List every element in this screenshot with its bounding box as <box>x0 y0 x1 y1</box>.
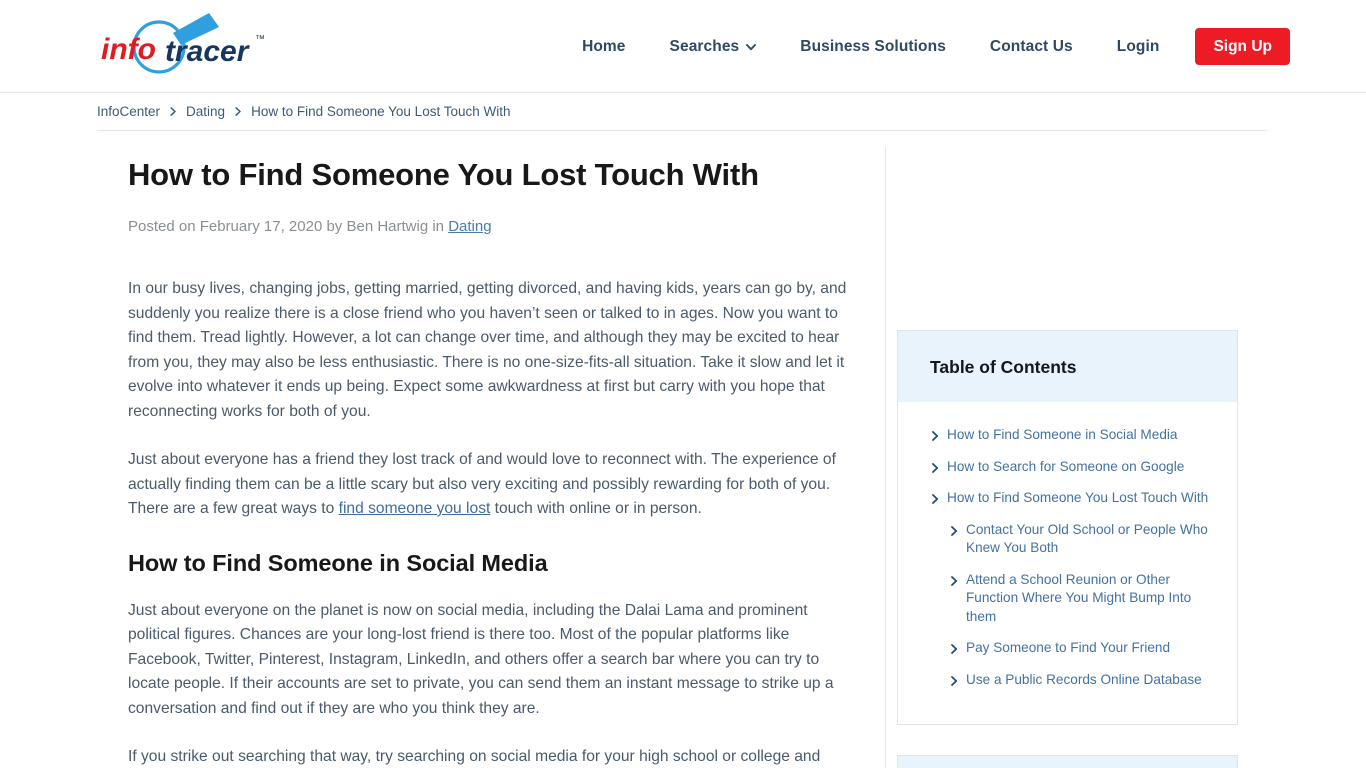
about-the-author-header: About the Author <box>898 756 1237 768</box>
table-of-contents-body: How to Find Someone in Social Media How … <box>898 402 1237 724</box>
table-of-contents-box: Table of Contents How to Find Someone in… <box>897 330 1238 725</box>
breadcrumb-item-current: How to Find Someone You Lost Touch With <box>251 104 511 119</box>
nav-item-login[interactable]: Login <box>1095 38 1182 56</box>
breadcrumb-item-infocenter[interactable]: InfoCenter <box>97 104 160 119</box>
post-meta-category-link[interactable]: Dating <box>448 218 491 235</box>
svg-text:info: info <box>101 33 156 66</box>
article-content: How to Find Someone You Lost Touch With … <box>128 156 858 768</box>
chevron-right-icon <box>932 494 939 504</box>
nav-item-contact-us[interactable]: Contact Us <box>968 38 1095 56</box>
paragraph-2: Just about everyone has a friend they lo… <box>128 448 858 522</box>
toc-item[interactable]: Pay Someone to Find Your Friend <box>916 639 1219 658</box>
breadcrumb-row: InfoCenter Dating How to Find Someone Yo… <box>0 93 1366 131</box>
paragraph-2-text-after: touch with online or in person. <box>490 500 702 517</box>
chevron-right-icon <box>932 431 939 441</box>
toc-link[interactable]: Pay Someone to Find Your Friend <box>966 639 1170 658</box>
table-of-contents-title: Table of Contents <box>930 357 1077 377</box>
svg-text:™: ™ <box>255 34 265 45</box>
site-logo[interactable]: info tracer ™ <box>97 11 272 81</box>
chevron-right-icon <box>951 575 958 586</box>
table-of-contents-header: Table of Contents <box>898 331 1237 402</box>
toc-item[interactable]: How to Search for Someone on Google <box>916 458 1219 477</box>
find-someone-you-lost-link[interactable]: find someone you lost <box>339 500 491 517</box>
toc-link[interactable]: Attend a School Reunion or Other Functio… <box>966 571 1219 627</box>
chevron-right-icon <box>932 462 939 473</box>
nav-item-business-solutions[interactable]: Business Solutions <box>778 38 968 56</box>
post-meta: Posted on February 17, 2020 by Ben Hartw… <box>128 217 858 237</box>
nav-item-label: Business Solutions <box>800 37 946 55</box>
table-of-contents-list: How to Find Someone in Social Media How … <box>916 426 1219 689</box>
paragraph-1: In our busy lives, changing jobs, gettin… <box>128 280 847 420</box>
chevron-down-icon <box>746 43 757 50</box>
paragraph-4: If you strike out searching that way, tr… <box>128 748 821 765</box>
nav-item-label: Searches <box>669 37 740 55</box>
breadcrumb-item-dating[interactable]: Dating <box>186 104 225 119</box>
svg-text:tracer: tracer <box>165 35 251 68</box>
toc-item[interactable]: Contact Your Old School or People Who Kn… <box>916 521 1219 558</box>
post-meta-text: Posted on February 17, 2020 by Ben Hartw… <box>128 218 449 235</box>
page-title: How to Find Someone You Lost Touch With <box>128 157 759 192</box>
main-navigation: Home Searches Business Solutions Contact… <box>560 0 1290 93</box>
chevron-right-icon <box>170 107 176 116</box>
toc-link[interactable]: Contact Your Old School or People Who Kn… <box>966 521 1219 558</box>
chevron-right-icon <box>235 107 241 116</box>
breadcrumb: InfoCenter Dating How to Find Someone Yo… <box>97 93 1267 131</box>
chevron-right-icon <box>951 644 958 654</box>
about-the-author-box: About the Author <box>897 755 1238 768</box>
toc-item[interactable]: How to Find Someone You Lost Touch With <box>916 489 1219 508</box>
paragraph-3: Just about everyone on the planet is now… <box>128 601 834 717</box>
toc-link[interactable]: How to Find Someone You Lost Touch With <box>947 489 1208 508</box>
content-sidebar-divider <box>885 147 886 768</box>
toc-item[interactable]: How to Find Someone in Social Media <box>916 426 1219 445</box>
nav-item-label: Contact Us <box>989 37 1073 55</box>
chevron-right-icon <box>951 675 958 686</box>
toc-link[interactable]: How to Find Someone in Social Media <box>947 426 1177 445</box>
toc-item[interactable]: Use a Public Records Online Database <box>916 671 1219 690</box>
magnifier-icon: info tracer ™ <box>101 13 265 74</box>
toc-item[interactable]: Attend a School Reunion or Other Functio… <box>916 571 1219 627</box>
nav-item-label: Home <box>582 37 626 55</box>
site-header: info tracer ™ Home Searches Business Sol… <box>0 0 1366 93</box>
sign-up-button[interactable]: Sign Up <box>1195 28 1290 65</box>
toc-link[interactable]: Use a Public Records Online Database <box>966 671 1202 690</box>
sidebar: Table of Contents How to Find Someone in… <box>897 330 1238 768</box>
nav-item-searches[interactable]: Searches <box>648 38 779 56</box>
toc-link[interactable]: How to Search for Someone on Google <box>947 458 1184 477</box>
section-heading-social-media: How to Find Someone in Social Media <box>128 549 548 576</box>
nav-item-home[interactable]: Home <box>560 38 647 56</box>
nav-item-label: Login <box>1116 37 1160 55</box>
chevron-right-icon <box>951 525 958 536</box>
